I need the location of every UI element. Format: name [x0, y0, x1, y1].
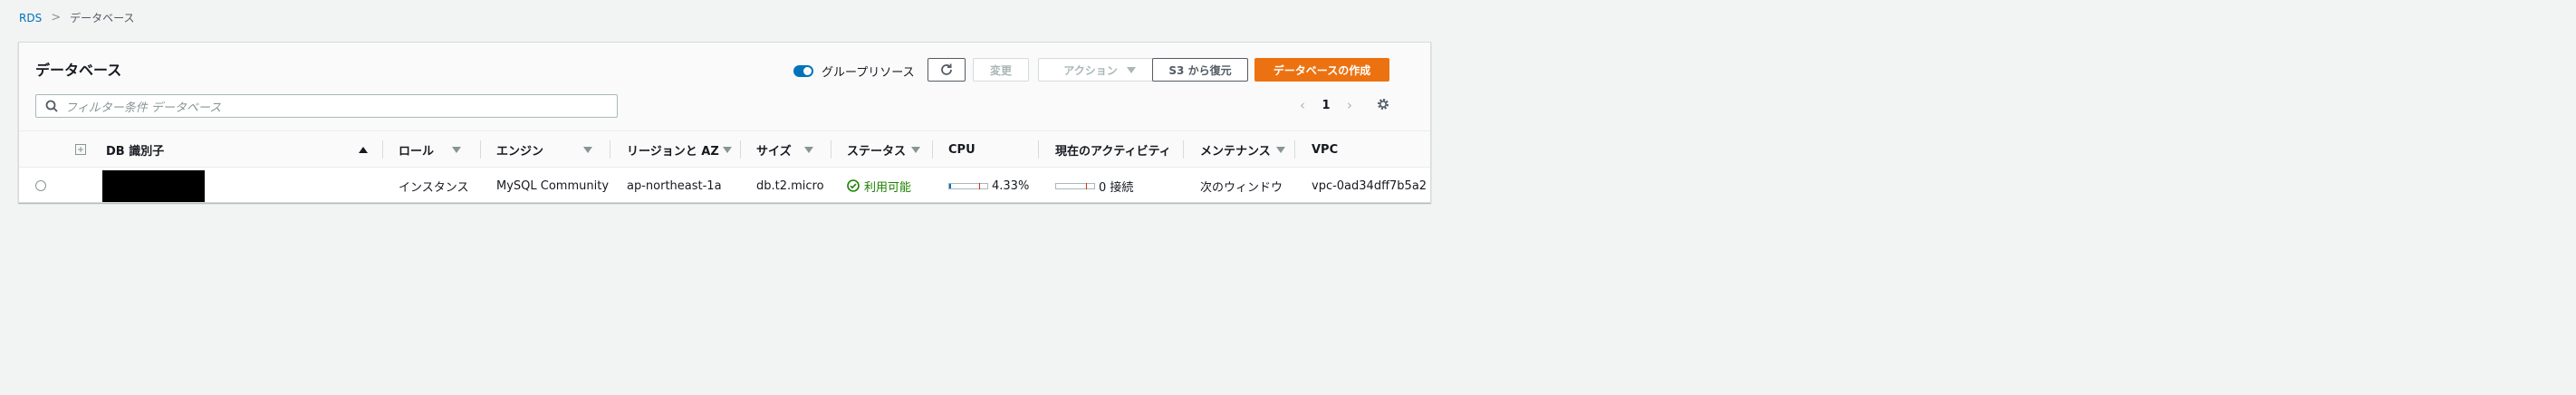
- column-maintenance-label: メンテナンス: [1200, 144, 1271, 159]
- column-size-label: サイズ: [756, 144, 792, 159]
- restore-from-s3-button[interactable]: S3 から復元: [1152, 58, 1248, 82]
- column-cpu-label: CPU: [948, 142, 976, 157]
- databases-panel: データベース グループリソース 変更 アクション S3 から復元 データベースの…: [18, 42, 1431, 203]
- column-header-activity[interactable]: 現在のアクティビティ: [1055, 131, 1171, 168]
- sort-caret-icon: [1275, 146, 1285, 153]
- activity-value: 0 接続: [1099, 180, 1134, 195]
- cpu-bar: [948, 182, 988, 189]
- cell-role: インスタンス: [399, 180, 469, 195]
- column-header-db-id[interactable]: DB 識別子: [106, 131, 164, 168]
- current-page[interactable]: 1: [1311, 99, 1341, 112]
- breadcrumb-current: データベース: [70, 12, 135, 24]
- table-header: DB 識別子 ロール エンジン リージョンと AZ サイズ ステータス CPU …: [19, 131, 1430, 168]
- breadcrumb-rds-link[interactable]: RDS: [19, 12, 42, 24]
- cpu-threshold-mark: [979, 182, 980, 189]
- cpu-bar-fill: [949, 183, 951, 188]
- breadcrumb-separator: >: [51, 11, 62, 24]
- db-identifier-redacted[interactable]: [102, 169, 205, 202]
- actions-dropdown[interactable]: アクション: [1038, 58, 1161, 82]
- sort-caret-icon: [722, 146, 732, 153]
- refresh-button[interactable]: [928, 58, 966, 82]
- restore-from-s3-label: S3 から復元: [1168, 63, 1232, 77]
- column-db-id-label: DB 識別子: [106, 144, 165, 159]
- search-placeholder: フィルター条件 データベース: [65, 101, 222, 115]
- column-vpc-label: VPC: [1312, 142, 1339, 157]
- sort-caret-icon: [803, 146, 813, 153]
- activity-bar: [1055, 182, 1095, 189]
- cell-maintenance: 次のウィンドウ: [1200, 180, 1283, 195]
- prev-page-icon[interactable]: ‹: [1294, 97, 1311, 113]
- column-engine-label: エンジン: [496, 144, 544, 159]
- expand-icon: [75, 144, 86, 155]
- cell-region: ap-northeast-1a: [627, 178, 722, 193]
- next-page-icon[interactable]: ›: [1341, 97, 1358, 113]
- modify-button[interactable]: 変更: [973, 58, 1029, 82]
- column-header-cpu[interactable]: CPU: [948, 131, 976, 168]
- table-row[interactable]: インスタンス MySQL Community ap-northeast-1a d…: [19, 169, 1430, 202]
- group-resources-label: グループリソース: [822, 66, 915, 80]
- caret-down-icon: [1126, 66, 1136, 73]
- sort-caret-icon: [583, 146, 593, 153]
- column-activity-label: 現在のアクティビティ: [1055, 144, 1171, 159]
- check-circle-icon: [847, 179, 860, 192]
- cpu-value: 4.33%: [992, 178, 1030, 193]
- panel-header: データベース グループリソース 変更 アクション S3 から復元 データベースの…: [19, 43, 1430, 131]
- column-header-engine[interactable]: エンジン: [496, 131, 593, 168]
- sort-ascending-icon[interactable]: [359, 131, 368, 168]
- column-status-label: ステータス: [847, 144, 907, 159]
- status-text: 利用可能: [864, 180, 912, 195]
- column-region-label: リージョンと AZ: [627, 144, 719, 159]
- activity-threshold-mark: [1086, 182, 1087, 189]
- gear-icon: [1378, 99, 1389, 110]
- column-header-status[interactable]: ステータス: [847, 131, 921, 168]
- cell-activity: 0 接続: [1055, 169, 1134, 202]
- cell-size: db.t2.micro: [756, 178, 824, 193]
- page-title: データベース: [35, 62, 122, 79]
- sort-caret-icon: [452, 146, 462, 153]
- sort-caret-icon: [911, 146, 921, 153]
- search-input[interactable]: フィルター条件 データベース: [35, 94, 618, 118]
- refresh-icon: [941, 63, 952, 75]
- breadcrumb: RDS > データベース: [19, 10, 135, 25]
- column-header-size[interactable]: サイズ: [756, 131, 813, 168]
- row-select-radio[interactable]: [35, 169, 46, 202]
- expand-all-button[interactable]: [75, 131, 86, 168]
- create-database-label: データベースの作成: [1273, 63, 1371, 77]
- modify-button-label: 変更: [989, 63, 1012, 77]
- cell-engine: MySQL Community: [496, 178, 610, 193]
- toggle-switch[interactable]: [793, 65, 813, 77]
- create-database-button[interactable]: データベースの作成: [1254, 58, 1389, 82]
- group-resources-toggle[interactable]: グループリソース: [793, 63, 915, 80]
- cell-vpc: vpc-0ad34dff7b5a2: [1312, 178, 1427, 193]
- column-header-region[interactable]: リージョンと AZ: [627, 131, 732, 168]
- search-icon: [45, 100, 58, 112]
- cell-cpu: 4.33%: [948, 169, 1030, 202]
- pagination: ‹ 1 ›: [1294, 97, 1358, 113]
- column-header-role[interactable]: ロール: [399, 131, 462, 168]
- column-header-vpc[interactable]: VPC: [1312, 131, 1338, 168]
- cell-status: 利用可能: [847, 169, 912, 202]
- column-header-maintenance[interactable]: メンテナンス: [1200, 131, 1285, 168]
- actions-dropdown-label: アクション: [1063, 63, 1118, 77]
- settings-button[interactable]: [1376, 97, 1390, 115]
- column-role-label: ロール: [399, 144, 435, 159]
